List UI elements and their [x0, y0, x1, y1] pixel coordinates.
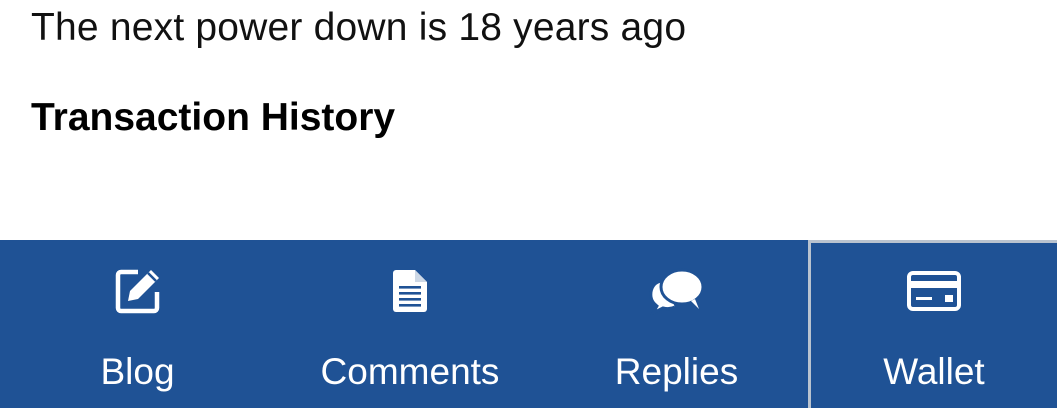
- edit-icon: [110, 266, 166, 316]
- tab-blog-label: Blog: [100, 351, 175, 392]
- tab-wallet[interactable]: Wallet: [808, 240, 1057, 408]
- tab-comments[interactable]: Comments: [275, 240, 545, 408]
- tab-replies-label: Replies: [614, 351, 739, 392]
- wallet-content: The next power down is 18 years ago Tran…: [0, 0, 1057, 240]
- bottom-tab-bar: Blog Comments Replies Wallet: [0, 240, 1057, 408]
- transaction-history-heading: Transaction History: [31, 96, 396, 139]
- tab-blog[interactable]: Blog: [0, 240, 275, 408]
- tab-replies[interactable]: Replies: [545, 240, 808, 408]
- chat-bubbles-icon: [648, 266, 705, 316]
- credit-card-icon: [906, 266, 962, 316]
- document-icon: [382, 266, 438, 316]
- tab-comments-label: Comments: [320, 351, 500, 392]
- tab-wallet-label: Wallet: [883, 351, 985, 392]
- power-down-status: The next power down is 18 years ago: [31, 6, 687, 49]
